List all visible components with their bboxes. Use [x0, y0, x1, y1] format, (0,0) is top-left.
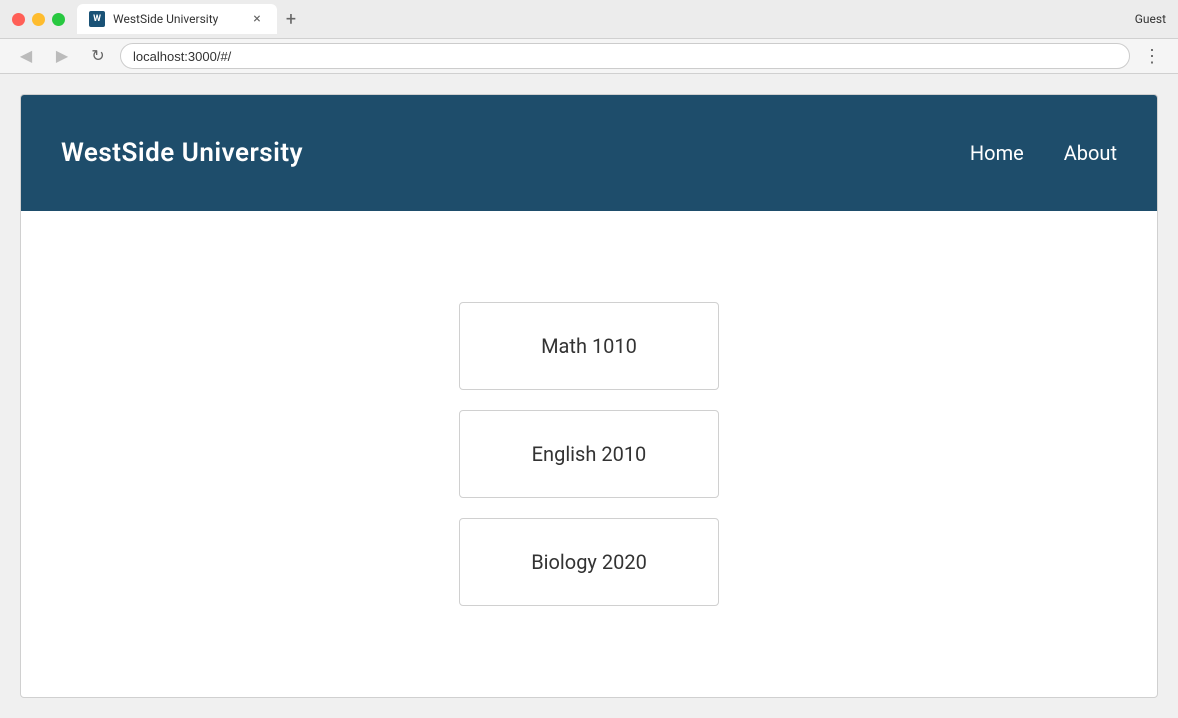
course-card-math[interactable]: Math 1010 — [459, 302, 719, 390]
reload-icon: ↻ — [91, 46, 104, 66]
website-viewport: WestSide University Home About Math 1010… — [0, 74, 1178, 718]
site-main: Math 1010 English 2010 Biology 2020 — [21, 211, 1157, 697]
nav-link-about[interactable]: About — [1064, 141, 1117, 165]
tab-title: WestSide University — [113, 12, 218, 26]
course-name-biology: Biology 2020 — [531, 550, 647, 574]
course-card-english[interactable]: English 2010 — [459, 410, 719, 498]
menu-icon: ⋮ — [1143, 46, 1161, 67]
back-button[interactable]: ◀ — [12, 42, 40, 70]
site-logo: WestSide University — [61, 138, 303, 168]
close-button[interactable] — [12, 13, 25, 26]
window-controls — [12, 13, 65, 26]
new-tab-button[interactable]: + — [277, 5, 305, 33]
tab-favicon: W — [89, 11, 105, 27]
browser-tab[interactable]: W WestSide University × — [77, 4, 277, 34]
close-icon: × — [253, 11, 260, 27]
course-name-math: Math 1010 — [541, 334, 637, 358]
new-tab-icon: + — [286, 9, 296, 30]
back-icon: ◀ — [20, 46, 32, 66]
address-bar[interactable] — [120, 43, 1130, 69]
maximize-button[interactable] — [52, 13, 65, 26]
browser-chrome: W WestSide University × + Guest ◀ ▶ ↻ ⋮ — [0, 0, 1178, 74]
nav-link-home[interactable]: Home — [970, 141, 1024, 165]
favicon-letter: W — [93, 14, 101, 24]
reload-button[interactable]: ↻ — [84, 42, 112, 70]
tab-close-button[interactable]: × — [249, 11, 265, 27]
forward-button[interactable]: ▶ — [48, 42, 76, 70]
browser-menu-button[interactable]: ⋮ — [1138, 42, 1166, 70]
forward-icon: ▶ — [56, 46, 68, 66]
course-name-english: English 2010 — [532, 442, 647, 466]
nav-links: Home About — [970, 141, 1117, 165]
course-card-biology[interactable]: Biology 2020 — [459, 518, 719, 606]
site-container: WestSide University Home About Math 1010… — [20, 94, 1158, 698]
browser-toolbar: ◀ ▶ ↻ ⋮ — [0, 38, 1178, 74]
browser-titlebar: W WestSide University × + Guest — [0, 0, 1178, 38]
site-nav: WestSide University Home About — [21, 95, 1157, 211]
minimize-button[interactable] — [32, 13, 45, 26]
browser-user: Guest — [1135, 12, 1166, 26]
